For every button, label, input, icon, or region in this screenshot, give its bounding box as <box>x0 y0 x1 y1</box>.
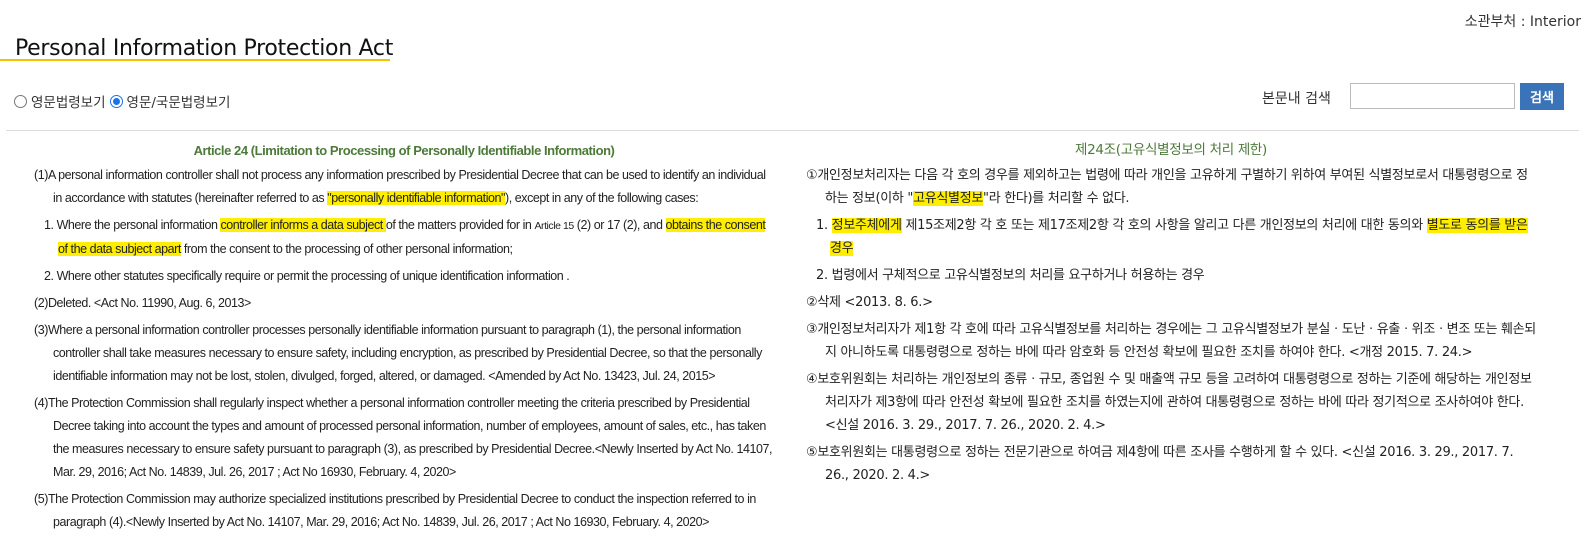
korean-paragraph-2: ②삭제 <2013. 8. 6.> <box>806 291 1536 314</box>
item-number: 1. <box>44 218 54 232</box>
paragraph-number: (3) <box>34 323 48 337</box>
text: The Protection Commission shall regularl… <box>47 396 772 479</box>
radio-english-only[interactable] <box>14 94 27 108</box>
article-reference-link[interactable]: Article 15 <box>534 220 574 232</box>
english-item-2: 2. Where other statutes specifically req… <box>44 265 774 288</box>
text: Where a personal information controller … <box>47 323 762 383</box>
item-number: 1. <box>816 218 828 233</box>
english-paragraph-1: (1)A personal information controller sha… <box>34 164 774 210</box>
english-paragraph-5: (5)The Protection Commission may authori… <box>34 488 774 534</box>
view-option-bilingual[interactable]: 영문/국문법령보기 <box>109 91 231 111</box>
korean-paragraph-3: ③개인정보처리자가 제1항 각 호에 따라 고유식별정보를 처리하는 경우에는 … <box>806 318 1536 364</box>
text: 보호위원회는 대통령령으로 정하는 전문기관으로 하여금 제4항에 따른 조사를… <box>817 445 1514 483</box>
view-option-english-label: 영문법령보기 <box>31 95 106 111</box>
english-article-title: Article 24 (Limitation to Processing of … <box>193 143 615 158</box>
search-label: 본문내 검색 <box>1262 91 1331 107</box>
korean-article-column: 제24조(고유식별정보의 처리 제한) ①개인정보처리자는 다음 각 호의 경우… <box>806 139 1536 491</box>
paragraph-number: (1) <box>34 168 48 182</box>
paragraph-number: (4) <box>34 396 48 410</box>
paragraph-number: ④ <box>806 372 818 387</box>
search-button[interactable]: 검색 <box>1520 83 1564 110</box>
english-paragraph-3: (3)Where a personal information controll… <box>34 319 774 388</box>
paragraph-number: ① <box>806 168 818 183</box>
text: "라 한다)를 처리할 수 없다. <box>983 191 1130 206</box>
view-option-english[interactable]: 영문법령보기 <box>14 91 106 111</box>
view-options: 영문법령보기 영문/국문법령보기 <box>14 91 234 111</box>
item-number: 2. <box>44 269 54 283</box>
text: The Protection Commission may authorize … <box>47 492 756 529</box>
paragraph-number: ② <box>806 295 818 310</box>
text: of the matters provided for in <box>385 218 535 232</box>
title-area: Personal Information Protection Act <box>15 36 393 61</box>
view-option-bilingual-label: 영문/국문법령보기 <box>126 95 231 111</box>
korean-paragraph-1: ①개인정보처리자는 다음 각 호의 경우를 제외하고는 법령에 따라 개인을 고… <box>806 164 1536 210</box>
korean-paragraph-4: ④보호위원회는 처리하는 개인정보의 종류ㆍ규모, 종업원 수 및 매출액 규모… <box>806 368 1536 437</box>
korean-item-1: 1. 정보주체에게 제15조제2항 각 호 또는 제17조제2항 각 호의 사항… <box>816 214 1536 260</box>
korean-article-title: 제24조(고유식별정보의 처리 제한) <box>1074 142 1268 158</box>
radio-bilingual[interactable] <box>109 94 123 108</box>
text: (2) or 17 (2), and <box>573 218 666 232</box>
paragraph-number: (5) <box>34 492 48 506</box>
title-underline <box>0 59 390 61</box>
divider <box>6 130 1579 131</box>
text: Deleted. <Act No. 11990, Aug. 6, 2013> <box>47 296 251 310</box>
item-number: 2. <box>816 268 828 283</box>
text: 삭제 <2013. 8. 6.> <box>817 295 933 310</box>
text: 보호위원회는 처리하는 개인정보의 종류ㆍ규모, 종업원 수 및 매출액 규모 … <box>817 372 1532 433</box>
search-input[interactable] <box>1350 83 1515 109</box>
highlight: controller informs a data subject <box>220 218 386 232</box>
paragraph-number: ③ <box>806 322 818 337</box>
text: 개인정보처리자가 제1항 각 호에 따라 고유식별정보를 처리하는 경우에는 그… <box>817 322 1536 360</box>
text: 법령에서 구체적으로 고유식별정보의 처리를 요구하거나 허용하는 경우 <box>831 268 1205 283</box>
english-paragraph-4: (4)The Protection Commission shall regul… <box>34 392 774 484</box>
highlight: 정보주체에게 <box>831 218 902 233</box>
text: Where the personal information <box>56 218 221 232</box>
highlight: "personally identifiable information" <box>327 191 506 205</box>
english-paragraph-2: (2)Deleted. <Act No. 11990, Aug. 6, 2013… <box>34 292 774 315</box>
korean-paragraph-5: ⑤보호위원회는 대통령령으로 정하는 전문기관으로 하여금 제4항에 따른 조사… <box>806 441 1536 487</box>
paragraph-number: (2) <box>34 296 48 310</box>
ministry-label: 소관부처 : Interior <box>1464 14 1581 30</box>
paragraph-number: ⑤ <box>806 445 818 460</box>
highlight: 고유식별정보 <box>913 191 984 206</box>
korean-item-2: 2. 법령에서 구체적으로 고유식별정보의 처리를 요구하거나 허용하는 경우 <box>816 264 1536 287</box>
text: from the consent to the processing of ot… <box>180 242 513 256</box>
english-article-column: Article 24 (Limitation to Processing of … <box>34 139 774 538</box>
text: 제15조제2항 각 호 또는 제17조제2항 각 호의 사항을 알리고 다른 개… <box>901 218 1427 233</box>
english-item-1: 1. Where the personal information contro… <box>44 214 774 261</box>
page-title: Personal Information Protection Act <box>15 36 394 61</box>
text: ), except in any of the following cases: <box>505 191 699 205</box>
text: Where other statutes specifically requir… <box>56 269 570 283</box>
